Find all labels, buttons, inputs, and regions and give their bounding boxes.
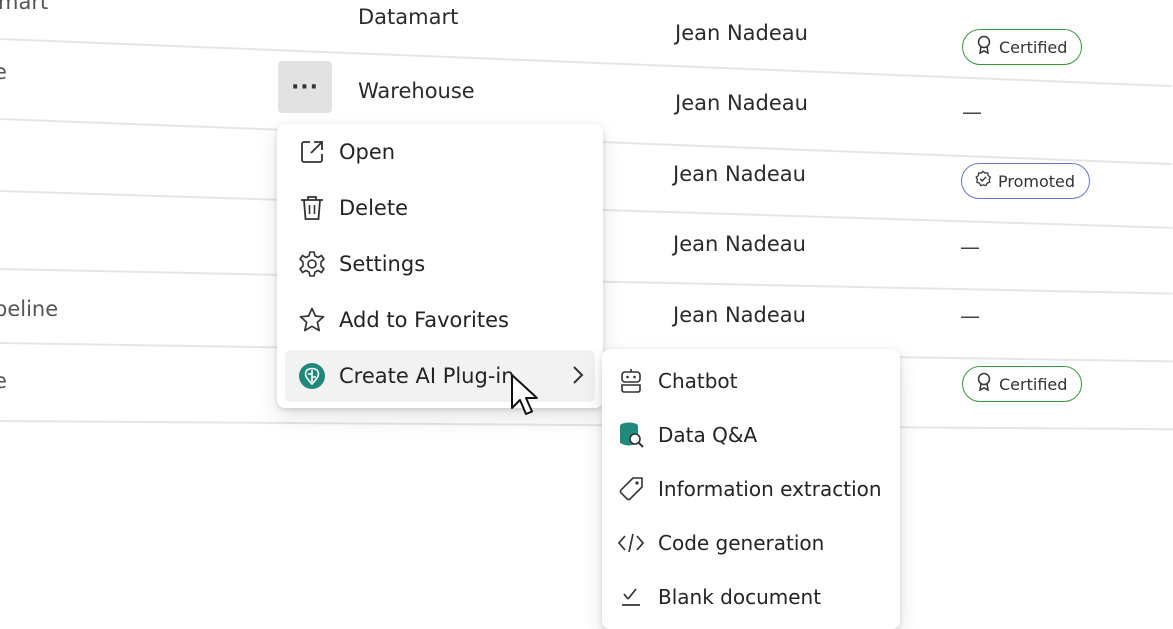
- table-row-type-label: mart: [0, 0, 49, 14]
- submenu-item-label: Blank document: [658, 585, 822, 609]
- endorsement-empty: —: [960, 235, 980, 259]
- context-menu: Open Delete Settings Add to Favorites Cr…: [277, 124, 603, 408]
- table-row-owner: Jean Nadeau: [675, 21, 808, 45]
- open-external-icon: [297, 137, 327, 167]
- badge-label: Certified: [999, 374, 1068, 394]
- menu-item-label: Settings: [339, 252, 426, 276]
- table-row-name[interactable]: Datamart: [358, 5, 458, 29]
- menu-item-add-to-favorites[interactable]: Add to Favorites: [285, 294, 595, 346]
- trash-icon: [297, 193, 327, 223]
- table-row-owner: Jean Nadeau: [673, 232, 806, 256]
- endorsement-empty: —: [962, 100, 982, 124]
- badge-check-icon: [974, 169, 992, 193]
- submenu-item-code-generation[interactable]: Code generation: [616, 521, 824, 565]
- menu-item-delete[interactable]: Delete: [285, 182, 595, 234]
- menu-item-label: Open: [339, 140, 396, 164]
- menu-item-label: Create AI Plug-in: [339, 364, 515, 388]
- ribbon-icon: [975, 35, 993, 59]
- tag-icon: [616, 474, 646, 504]
- menu-item-create-ai-plugin[interactable]: Create AI Plug-in: [285, 350, 595, 402]
- table-row-type-label: peline: [0, 297, 59, 321]
- endorsement-empty: —: [960, 304, 980, 328]
- submenu-item-data-qa[interactable]: Data Q&A: [616, 413, 757, 457]
- submenu-item-label: Code generation: [658, 531, 825, 555]
- menu-item-label: Delete: [339, 196, 408, 220]
- table-row-type-label: e: [0, 60, 7, 84]
- chevron-right-icon: [571, 364, 585, 391]
- menu-item-label: Add to Favorites: [339, 308, 509, 332]
- promoted-badge: Promoted: [961, 163, 1091, 199]
- submenu-item-blank-document[interactable]: Blank document: [616, 575, 821, 619]
- badge-label: Certified: [999, 37, 1068, 57]
- ai-plugin-icon: [297, 361, 327, 391]
- row-divider: [0, 420, 1173, 431]
- submenu-item-information-extraction[interactable]: Information extraction: [616, 467, 882, 511]
- certified-badge: Certified: [962, 366, 1083, 402]
- submenu-item-label: Information extraction: [658, 477, 882, 501]
- star-icon: [297, 305, 327, 335]
- submenu-item-label: Chatbot: [658, 369, 738, 393]
- menu-item-open[interactable]: Open: [285, 126, 595, 178]
- table-row-type-label: e: [0, 369, 7, 393]
- table-row-owner: Jean Nadeau: [675, 91, 808, 115]
- table-row-name[interactable]: Warehouse: [358, 79, 475, 103]
- gear-icon: [297, 249, 327, 279]
- database-search-icon: [616, 420, 646, 450]
- submenu-item-chatbot[interactable]: Chatbot: [616, 359, 738, 403]
- ai-plugin-submenu: Chatbot Data Q&A Information extraction …: [602, 349, 900, 629]
- table-row-owner: Jean Nadeau: [673, 303, 806, 327]
- badge-label: Promoted: [998, 171, 1076, 191]
- menu-item-settings[interactable]: Settings: [285, 238, 595, 290]
- certified-badge: Certified: [962, 29, 1083, 65]
- submenu-item-label: Data Q&A: [658, 423, 758, 447]
- blank-document-icon: [616, 582, 646, 612]
- code-icon: [616, 528, 646, 558]
- more-options-button[interactable]: ···: [278, 61, 332, 113]
- mouse-cursor-icon: [508, 372, 542, 424]
- ribbon-icon: [975, 372, 993, 396]
- table-row-owner: Jean Nadeau: [673, 162, 806, 186]
- bot-icon: [616, 366, 646, 396]
